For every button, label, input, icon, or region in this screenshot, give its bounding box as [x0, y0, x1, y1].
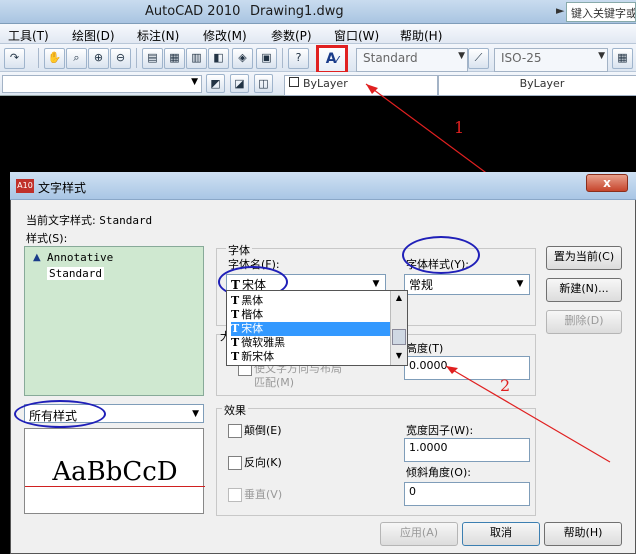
annotation-label-2: 2 [500, 376, 511, 395]
annotation-arrows-2 [445, 365, 611, 463]
annotation-arrow-2 [445, 365, 611, 463]
annotation-arrowhead-2 [446, 366, 458, 374]
